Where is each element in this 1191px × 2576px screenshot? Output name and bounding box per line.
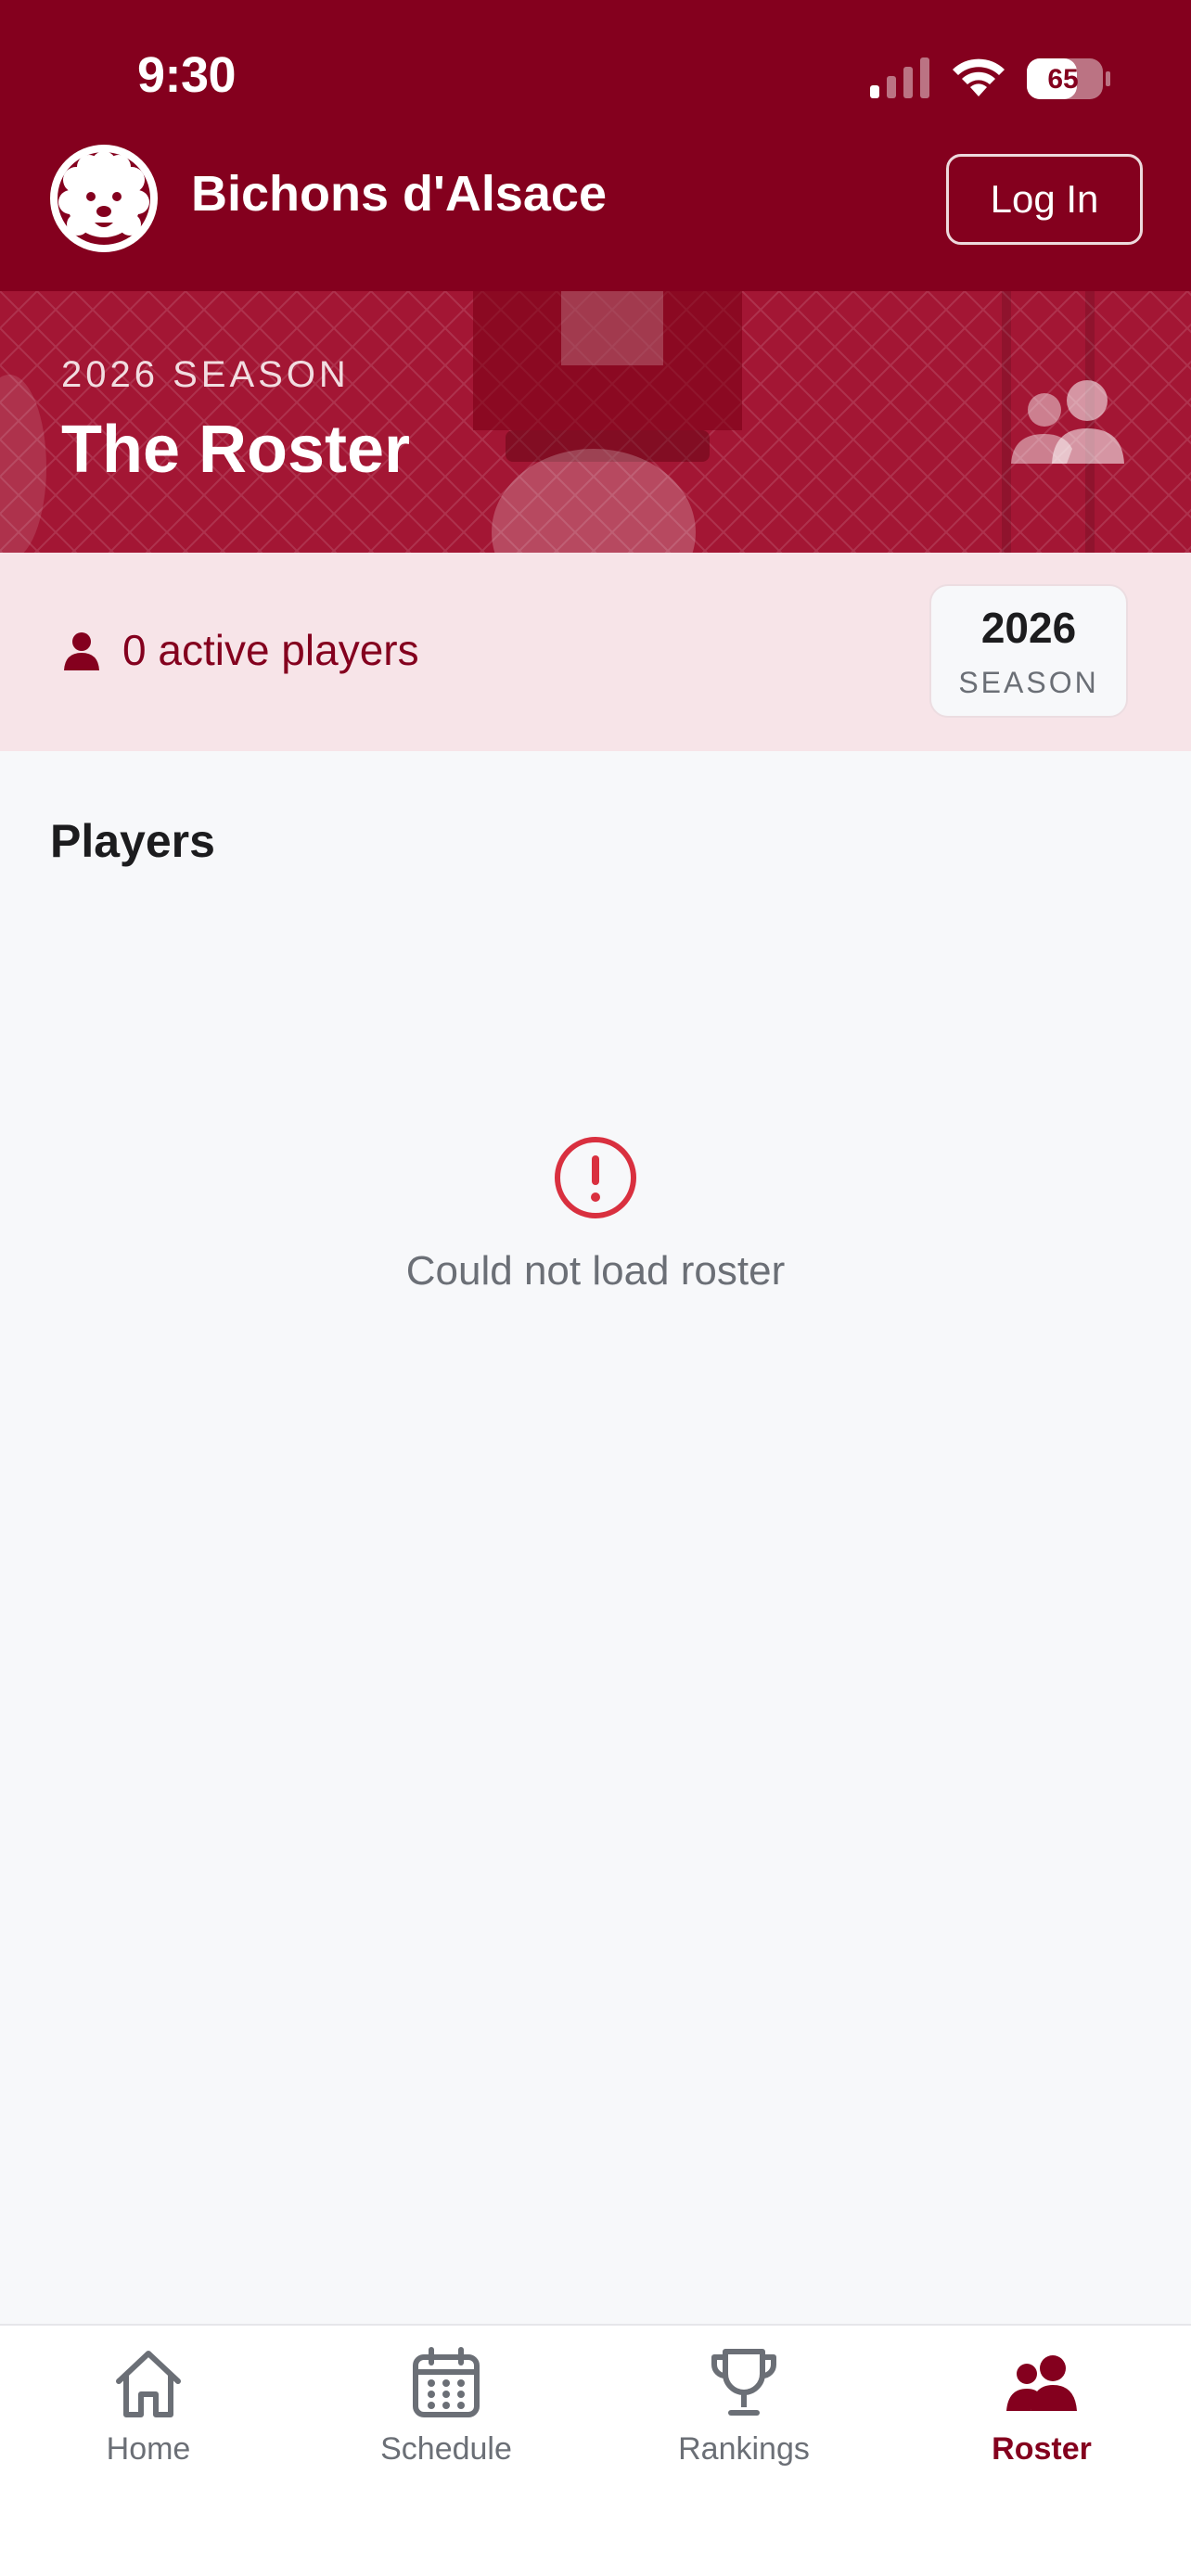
team-logo[interactable]	[48, 143, 160, 254]
cellular-signal-icon	[870, 57, 929, 98]
home-icon	[116, 2351, 181, 2417]
login-button[interactable]: Log In	[946, 154, 1143, 245]
tab-label: Rankings	[678, 2431, 810, 2467]
season-label: SEASON	[958, 666, 1099, 699]
wifi-icon	[953, 58, 1005, 96]
tab-home[interactable]: Home	[37, 2346, 260, 2476]
error-icon	[555, 1137, 636, 1218]
tab-rankings[interactable]: Rankings	[633, 2346, 855, 2476]
season-year: 2026	[980, 604, 1077, 652]
team-name: Bichons d'Alsace	[191, 166, 607, 222]
tab-label: Roster	[992, 2431, 1092, 2467]
players-section-title: Players	[50, 815, 215, 867]
season-kicker: 2026 SEASON	[61, 354, 350, 395]
battery-icon: 65	[1027, 58, 1110, 99]
error-message: Could not load roster	[405, 1248, 786, 1294]
people-icon	[1006, 2355, 1077, 2411]
tab-label: Home	[106, 2431, 191, 2467]
calendar-icon	[413, 2347, 480, 2417]
tab-roster[interactable]: Roster	[930, 2346, 1153, 2476]
battery-level: 65	[1047, 64, 1078, 95]
trophy-icon	[711, 2349, 776, 2416]
people-icon	[1011, 380, 1124, 464]
person-icon	[64, 632, 99, 670]
active-players-count: 0 active players	[122, 626, 419, 674]
app-header	[0, 0, 1191, 291]
tab-label: Schedule	[380, 2431, 512, 2467]
page-title: The Roster	[61, 413, 411, 487]
status-time: 9:30	[137, 47, 237, 103]
tab-schedule[interactable]: Schedule	[335, 2346, 557, 2476]
